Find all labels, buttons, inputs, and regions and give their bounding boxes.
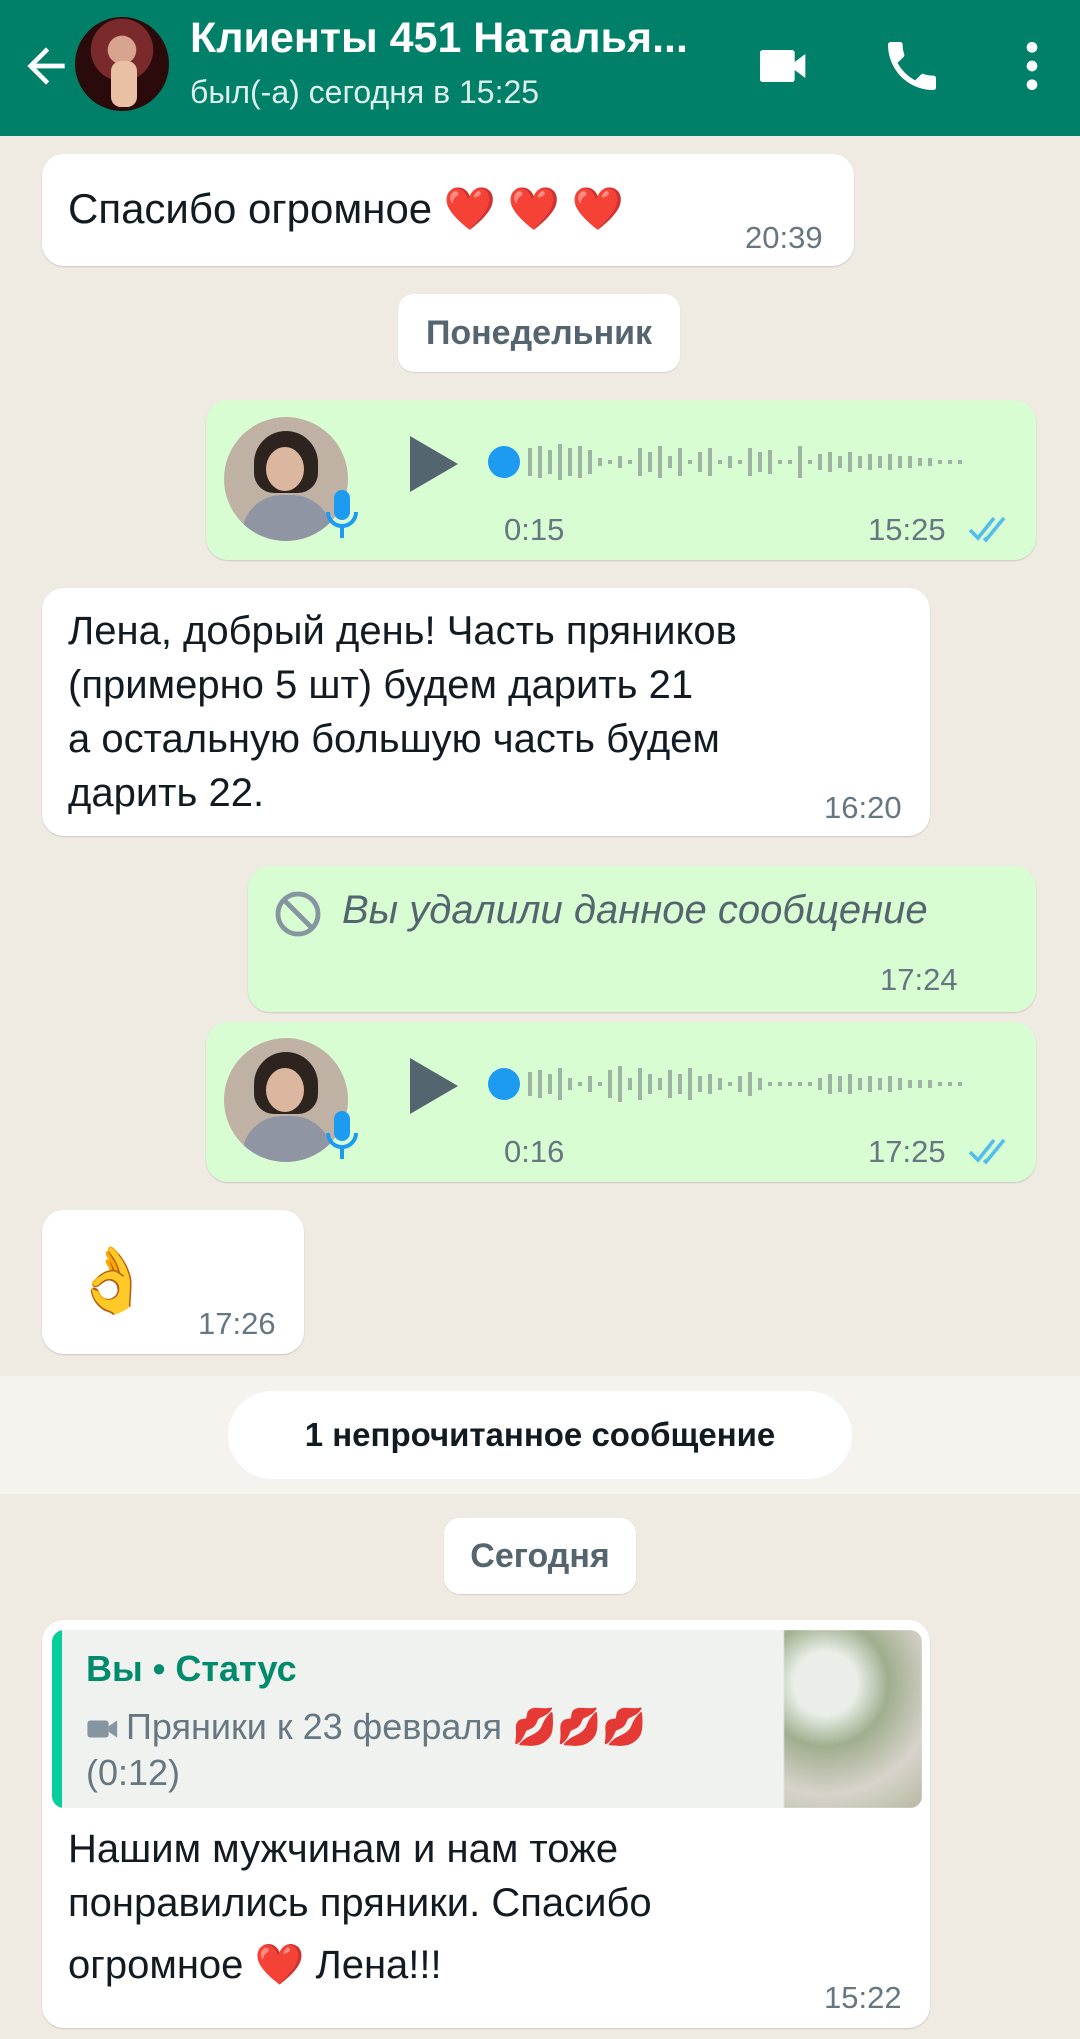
double-check-icon <box>968 516 1006 543</box>
voice-duration: 0:15 <box>504 512 565 547</box>
waveform[interactable] <box>488 442 1008 482</box>
date-separator: Понедельник <box>398 294 680 372</box>
quoted-status[interactable]: Вы • Статус Пряники к 23 февраля 💋💋💋 (0:… <box>52 1630 922 1808</box>
quote-author: Вы • Статус <box>86 1648 297 1689</box>
quote-text-row: Пряники к 23 февраля 💋💋💋 <box>86 1706 646 1748</box>
outgoing-voice-message[interactable]: 0:16 17:25 <box>206 1022 1036 1182</box>
message-line: огромное ❤️ Лена!!! <box>68 1943 442 1987</box>
outgoing-voice-message[interactable]: 0:15 15:25 <box>206 400 1036 560</box>
message-time: 17:26 <box>198 1306 276 1341</box>
deleted-message-text: Вы удалили данное сообщение <box>342 888 928 932</box>
message-time: 15:22 <box>824 1980 902 2015</box>
message-time: 20:39 <box>745 220 823 255</box>
emoji-message: 👌 <box>72 1244 152 1316</box>
message-time: 16:20 <box>824 790 902 825</box>
message-line: а остальную большую часть будем <box>68 717 720 761</box>
date-separator: Сегодня <box>444 1518 636 1594</box>
back-arrow-icon[interactable] <box>18 38 74 94</box>
outgoing-deleted-message[interactable]: Вы удалили данное сообщение 17:24 <box>248 866 1036 1012</box>
more-vert-icon[interactable] <box>1000 34 1064 98</box>
video-small-icon <box>87 1720 118 1738</box>
waveform[interactable] <box>488 1064 1008 1104</box>
voice-duration: 0:16 <box>504 1134 565 1169</box>
message-line: понравились пряники. Спасибо <box>68 1881 652 1925</box>
message-time: 17:25 <box>868 1134 946 1169</box>
contact-avatar[interactable] <box>75 17 169 111</box>
message-line: Нашим мужчинам и нам тоже <box>68 1827 619 1871</box>
mic-icon <box>326 1111 358 1159</box>
message-line: (примерно 5 шт) будем дарить 21 <box>68 663 694 707</box>
incoming-message[interactable]: Лена, добрый день! Часть пряников (приме… <box>42 588 930 836</box>
message-line: дарить 22. <box>68 771 265 815</box>
unread-messages-chip: 1 непрочитанное сообщение <box>228 1391 852 1479</box>
contact-name[interactable]: Клиенты 451 Наталья... <box>190 14 720 63</box>
phone-icon[interactable] <box>880 34 944 98</box>
status-thumbnail <box>784 1630 922 1808</box>
play-icon[interactable] <box>402 1054 462 1118</box>
incoming-message[interactable]: Спасибо огромное ❤️ ❤️ ❤️ 20:39 <box>42 154 854 266</box>
quote-text: Пряники к 23 февраля 💋💋💋 <box>126 1706 647 1747</box>
message-time: 15:25 <box>868 512 946 547</box>
mic-icon <box>326 490 358 538</box>
chat-header: Клиенты 451 Наталья... был(-а) сегодня в… <box>0 0 1080 136</box>
quote-accent-bar <box>52 1630 62 1808</box>
message-text: Спасибо огромное ❤️ ❤️ ❤️ <box>68 185 625 232</box>
incoming-message[interactable]: 👌 17:26 <box>42 1210 304 1354</box>
last-seen-status: был(-а) сегодня в 15:25 <box>190 74 540 110</box>
play-icon[interactable] <box>402 432 462 496</box>
message-time: 17:24 <box>880 962 958 997</box>
quote-duration: (0:12) <box>86 1752 181 1793</box>
message-line: Лена, добрый день! Часть пряников <box>68 609 737 653</box>
video-call-icon[interactable] <box>752 34 816 98</box>
ban-icon <box>275 891 321 937</box>
double-check-icon <box>968 1138 1006 1165</box>
